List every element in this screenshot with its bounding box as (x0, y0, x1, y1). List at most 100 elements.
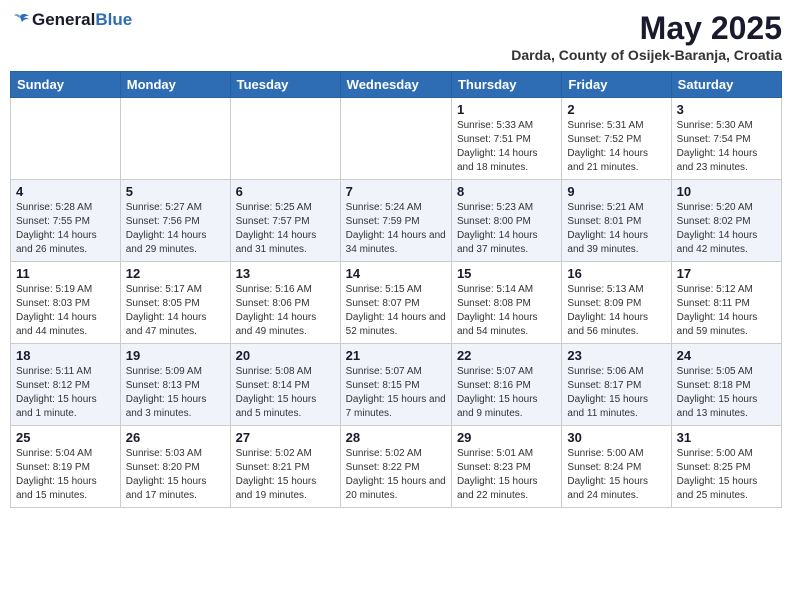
day-info: Sunrise: 5:30 AMSunset: 7:54 PMDaylight:… (677, 119, 776, 175)
day-number: 15 (457, 266, 556, 281)
calendar-cell: 6 Sunrise: 5:25 AMSunset: 7:57 PMDaylight… (230, 180, 340, 262)
day-number: 11 (16, 266, 115, 281)
day-info: Sunrise: 5:03 AMSunset: 8:20 PMDaylight:… (126, 447, 225, 503)
day-info: Sunrise: 5:20 AMSunset: 8:02 PMDaylight:… (677, 201, 776, 257)
calendar-week-row: 25 Sunrise: 5:04 AMSunset: 8:19 PMDayligh… (11, 426, 782, 508)
calendar-cell: 5 Sunrise: 5:27 AMSunset: 7:56 PMDaylight… (120, 180, 230, 262)
calendar-week-row: 18 Sunrise: 5:11 AMSunset: 8:12 PMDayligh… (11, 344, 782, 426)
day-number: 8 (457, 184, 556, 199)
day-info: Sunrise: 5:09 AMSunset: 8:13 PMDaylight:… (126, 365, 225, 421)
day-number: 19 (126, 348, 225, 363)
calendar-cell (11, 98, 121, 180)
calendar-header-row: SundayMondayTuesdayWednesdayThursdayFrid… (11, 72, 782, 98)
calendar-cell: 31Sunrise: 5:00 AMSunset: 8:25 PMDayligh… (671, 426, 781, 508)
day-info: Sunrise: 5:05 AMSunset: 8:18 PMDaylight:… (677, 365, 776, 421)
calendar-cell: 7 Sunrise: 5:24 AMSunset: 7:59 PMDaylight… (340, 180, 451, 262)
day-number: 24 (677, 348, 776, 363)
day-number: 18 (16, 348, 115, 363)
calendar-week-row: 11 Sunrise: 5:19 AMSunset: 8:03 PMDayligh… (11, 262, 782, 344)
day-number: 26 (126, 430, 225, 445)
calendar-cell: 21 Sunrise: 5:07 AMSunset: 8:15 PMDayligh… (340, 344, 451, 426)
day-number: 2 (567, 102, 665, 117)
day-info: Sunrise: 5:07 AMSunset: 8:15 PMDaylight:… (346, 365, 446, 421)
calendar-cell: 20Sunrise: 5:08 AMSunset: 8:14 PMDayligh… (230, 344, 340, 426)
calendar-cell: 10 Sunrise: 5:20 AMSunset: 8:02 PMDayligh… (671, 180, 781, 262)
day-info: Sunrise: 5:33 AMSunset: 7:51 PMDaylight:… (457, 119, 556, 175)
day-number: 16 (567, 266, 665, 281)
day-number: 7 (346, 184, 446, 199)
weekday-header: Monday (120, 72, 230, 98)
day-info: Sunrise: 5:02 AMSunset: 8:22 PMDaylight:… (346, 447, 446, 503)
calendar-cell: 11 Sunrise: 5:19 AMSunset: 8:03 PMDayligh… (11, 262, 121, 344)
calendar-cell: 29 Sunrise: 5:01 AMSunset: 8:23 PMDayligh… (451, 426, 561, 508)
day-info: Sunrise: 5:28 AMSunset: 7:55 PMDaylight:… (16, 201, 115, 257)
calendar-cell: 18 Sunrise: 5:11 AMSunset: 8:12 PMDayligh… (11, 344, 121, 426)
calendar-week-row: 1 Sunrise: 5:33 AMSunset: 7:51 PMDaylight… (11, 98, 782, 180)
day-number: 12 (126, 266, 225, 281)
calendar-cell: 3Sunrise: 5:30 AMSunset: 7:54 PMDaylight… (671, 98, 781, 180)
calendar-cell: 4Sunrise: 5:28 AMSunset: 7:55 PMDaylight… (11, 180, 121, 262)
day-info: Sunrise: 5:27 AMSunset: 7:56 PMDaylight:… (126, 201, 225, 257)
day-info: Sunrise: 5:24 AMSunset: 7:59 PMDaylight:… (346, 201, 446, 257)
weekday-header: Saturday (671, 72, 781, 98)
calendar-cell: 9 Sunrise: 5:21 AMSunset: 8:01 PMDaylight… (562, 180, 671, 262)
weekday-header: Thursday (451, 72, 561, 98)
calendar-cell: 14Sunrise: 5:15 AMSunset: 8:07 PMDayligh… (340, 262, 451, 344)
calendar-cell (340, 98, 451, 180)
logo-general-text: General (32, 10, 95, 29)
day-info: Sunrise: 5:11 AMSunset: 8:12 PMDaylight:… (16, 365, 115, 421)
day-info: Sunrise: 5:31 AMSunset: 7:52 PMDaylight:… (567, 119, 665, 175)
day-number: 9 (567, 184, 665, 199)
calendar-cell: 28 Sunrise: 5:02 AMSunset: 8:22 PMDayligh… (340, 426, 451, 508)
day-number: 28 (346, 430, 446, 445)
day-number: 30 (567, 430, 665, 445)
day-info: Sunrise: 5:07 AMSunset: 8:16 PMDaylight:… (457, 365, 556, 421)
calendar-cell: 2 Sunrise: 5:31 AMSunset: 7:52 PMDaylight… (562, 98, 671, 180)
day-number: 5 (126, 184, 225, 199)
logo-blue-text: Blue (95, 10, 132, 29)
calendar-cell: 19 Sunrise: 5:09 AMSunset: 8:13 PMDayligh… (120, 344, 230, 426)
weekday-header: Friday (562, 72, 671, 98)
day-info: Sunrise: 5:14 AMSunset: 8:08 PMDaylight:… (457, 283, 556, 339)
location-subtitle: Darda, County of Osijek-Baranja, Croatia (511, 47, 782, 63)
weekday-header: Wednesday (340, 72, 451, 98)
calendar-cell: 25 Sunrise: 5:04 AMSunset: 8:19 PMDayligh… (11, 426, 121, 508)
day-info: Sunrise: 5:17 AMSunset: 8:05 PMDaylight:… (126, 283, 225, 339)
calendar-cell: 26 Sunrise: 5:03 AMSunset: 8:20 PMDayligh… (120, 426, 230, 508)
day-info: Sunrise: 5:04 AMSunset: 8:19 PMDaylight:… (16, 447, 115, 503)
calendar-cell: 30 Sunrise: 5:00 AMSunset: 8:24 PMDayligh… (562, 426, 671, 508)
day-info: Sunrise: 5:21 AMSunset: 8:01 PMDaylight:… (567, 201, 665, 257)
day-number: 25 (16, 430, 115, 445)
day-info: Sunrise: 5:23 AMSunset: 8:00 PMDaylight:… (457, 201, 556, 257)
day-number: 23 (567, 348, 665, 363)
day-number: 1 (457, 102, 556, 117)
logo-bird-icon (10, 10, 30, 30)
day-info: Sunrise: 5:15 AMSunset: 8:07 PMDaylight:… (346, 283, 446, 339)
day-number: 21 (346, 348, 446, 363)
day-info: Sunrise: 5:16 AMSunset: 8:06 PMDaylight:… (236, 283, 335, 339)
day-info: Sunrise: 5:19 AMSunset: 8:03 PMDaylight:… (16, 283, 115, 339)
calendar-cell: 13 Sunrise: 5:16 AMSunset: 8:06 PMDayligh… (230, 262, 340, 344)
calendar-cell: 15 Sunrise: 5:14 AMSunset: 8:08 PMDayligh… (451, 262, 561, 344)
calendar-cell: 22Sunrise: 5:07 AMSunset: 8:16 PMDayligh… (451, 344, 561, 426)
calendar-cell: 12 Sunrise: 5:17 AMSunset: 8:05 PMDayligh… (120, 262, 230, 344)
day-number: 6 (236, 184, 335, 199)
calendar-cell: 27 Sunrise: 5:02 AMSunset: 8:21 PMDayligh… (230, 426, 340, 508)
calendar-cell: 24 Sunrise: 5:05 AMSunset: 8:18 PMDayligh… (671, 344, 781, 426)
day-info: Sunrise: 5:25 AMSunset: 7:57 PMDaylight:… (236, 201, 335, 257)
page-header: GeneralBlue May 2025 Darda, County of Os… (10, 10, 782, 63)
calendar-cell: 17 Sunrise: 5:12 AMSunset: 8:11 PMDayligh… (671, 262, 781, 344)
day-info: Sunrise: 5:12 AMSunset: 8:11 PMDaylight:… (677, 283, 776, 339)
day-number: 27 (236, 430, 335, 445)
day-number: 29 (457, 430, 556, 445)
calendar-cell: 16Sunrise: 5:13 AMSunset: 8:09 PMDayligh… (562, 262, 671, 344)
day-number: 17 (677, 266, 776, 281)
day-info: Sunrise: 5:00 AMSunset: 8:24 PMDaylight:… (567, 447, 665, 503)
day-info: Sunrise: 5:01 AMSunset: 8:23 PMDaylight:… (457, 447, 556, 503)
day-number: 13 (236, 266, 335, 281)
day-number: 10 (677, 184, 776, 199)
logo: GeneralBlue (10, 10, 132, 30)
day-info: Sunrise: 5:02 AMSunset: 8:21 PMDaylight:… (236, 447, 335, 503)
calendar-cell (230, 98, 340, 180)
day-number: 20 (236, 348, 335, 363)
